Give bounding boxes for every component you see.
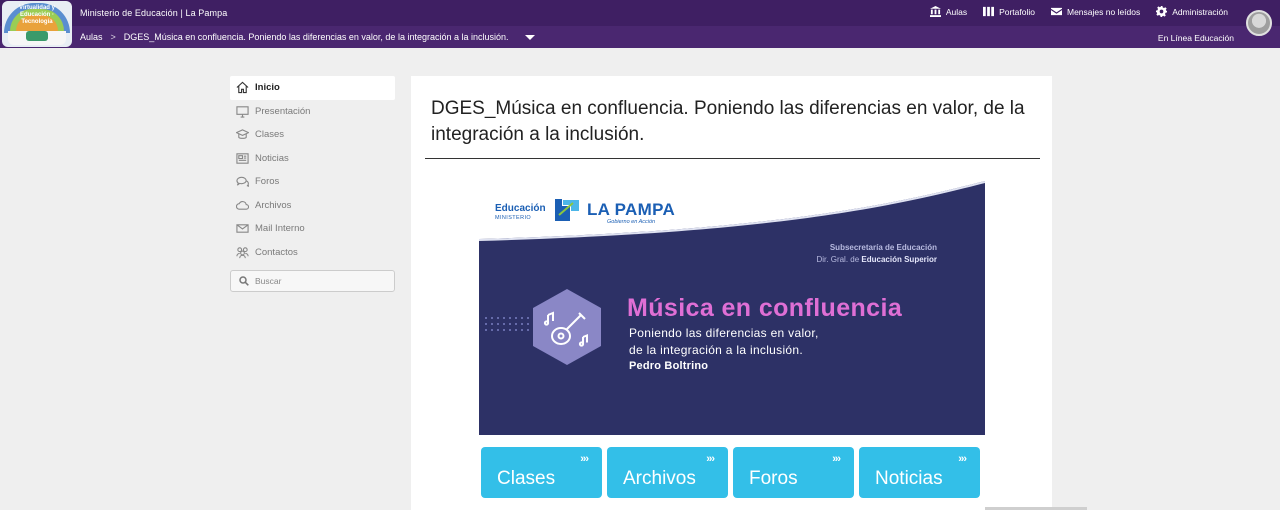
la-pampa-text: LA PAMPA [587,200,676,219]
course-home-card: DGES_Música en confluencia. Poniendo las… [411,76,1052,510]
monitor-icon [236,106,249,118]
top-navbar: Virtualidad y Educación · Tecnología Min… [0,0,1280,48]
nav-mensajes-label: Mensajes no leídos [1067,6,1141,17]
nav-mensajes[interactable]: Mensajes no leídos [1051,6,1140,17]
title-divider [425,158,1040,159]
double-chevron-right-icon: »› [832,453,841,465]
breadcrumb-current: DGES_Música en confluencia. Poniendo las… [123,32,509,42]
course-author: Pedro Boltrino [629,360,709,372]
breadcrumb-root[interactable]: Aulas [80,32,103,42]
educacion-text: Educación [495,203,546,214]
envelope-icon [1051,7,1062,16]
online-label[interactable]: En Línea Educación [1158,33,1234,43]
search-placeholder: Buscar [255,276,282,286]
chevron-down-icon[interactable] [524,34,535,40]
subsecretaria-text: Subsecretaría de Educación [829,243,937,252]
double-chevron-right-icon: »› [580,453,589,465]
tile-label: Clases [497,468,556,489]
sidebar-item-label: Foros [255,176,280,188]
sidebar: Inicio Presentación Clases Noticias Foro… [230,76,395,292]
course-banner: Educación MINISTERIO LA PAMPA Gobierno e… [479,181,985,435]
la-pampa-emblem-icon [555,199,579,221]
quick-link-tiles: »› Clases »› Archivos »› Foros »› Notici… [481,447,981,498]
search-icon [239,276,249,286]
mail-icon [236,224,249,234]
course-subtitle-line-1: Poniendo las diferencias en valor, [629,326,819,340]
sidebar-item-label: Noticias [255,152,289,164]
sidebar-item-label: Clases [255,129,285,141]
site-logo[interactable]: Virtualidad y Educación · Tecnología [2,1,72,47]
direccion-bold: Educación Superior [861,255,937,264]
search-input[interactable]: Buscar [230,270,395,292]
direccion-prefix: Dir. Gral. de [816,255,860,264]
org-name[interactable]: Ministerio de Educación | La Pampa [80,8,227,18]
double-chevron-right-icon: »› [958,453,967,465]
tile-label: Archivos [623,468,696,489]
home-icon [236,81,249,94]
gobierno-text: Gobierno en Acción [607,219,656,225]
graduation-cap-icon [236,129,249,140]
nav-administracion-label: Administración [1172,6,1228,17]
decorative-dots [483,315,531,335]
sidebar-item-label: Presentación [255,105,311,117]
page-title: DGES_Música en confluencia. Poniendo las… [431,98,1025,145]
nav-portafolio[interactable]: Portafolio [983,6,1035,17]
top-nav-links: Aulas Portafolio Mensajes no leídos Admi… [929,6,1228,17]
sidebar-item-label: Contactos [255,246,298,258]
guitar-icon [533,289,601,365]
tile-noticias[interactable]: »› Noticias [859,447,980,498]
nav-aulas-label: Aulas [945,6,968,17]
institution-icon [929,6,941,17]
ministerio-logo: Educación MINISTERIO [495,203,546,221]
sidebar-item-inicio[interactable]: Inicio [230,76,395,100]
double-chevron-right-icon: »› [706,453,715,465]
breadcrumb-separator: > [110,32,116,42]
sidebar-item-label: Inicio [255,82,280,94]
nav-administracion[interactable]: Administración [1156,6,1228,17]
tile-clases[interactable]: »› Clases [481,447,602,498]
course-subtitle-line-2: de la integración a la inclusión. [629,343,804,357]
tile-label: Foros [749,468,798,489]
portfolio-icon [983,6,995,17]
course-title: Música en confluencia [627,294,903,322]
nav-aulas[interactable]: Aulas [929,6,968,17]
nav-portafolio-label: Portafolio [999,6,1035,17]
sidebar-item-archivos[interactable]: Archivos [230,194,395,218]
breadcrumb: Aulas > DGES_Música en confluencia. Poni… [80,32,535,42]
logo-text: Virtualidad y Educación · Tecnología [19,5,55,25]
sidebar-item-noticias[interactable]: Noticias [230,147,395,171]
people-icon [236,247,249,258]
sidebar-item-clases[interactable]: Clases [230,123,395,147]
direccion-text: Dir. Gral. de Educación Superior [817,255,938,264]
newspaper-icon [236,153,249,164]
sidebar-item-label: Mail Interno [255,223,305,235]
tile-archivos[interactable]: »› Archivos [607,447,728,498]
ministerio-text: MINISTERIO [495,215,532,221]
gear-icon [1156,6,1168,17]
chat-bubbles-icon [236,177,249,188]
sidebar-item-presentacion[interactable]: Presentación [230,100,395,124]
tile-label: Noticias [875,468,943,489]
tile-foros[interactable]: »› Foros [733,447,854,498]
sidebar-item-contactos[interactable]: Contactos [230,241,395,265]
sidebar-item-mail-interno[interactable]: Mail Interno [230,217,395,241]
cloud-icon [236,200,249,210]
user-avatar[interactable] [1246,10,1272,36]
sidebar-item-foros[interactable]: Foros [230,170,395,194]
sidebar-item-label: Archivos [255,199,292,211]
